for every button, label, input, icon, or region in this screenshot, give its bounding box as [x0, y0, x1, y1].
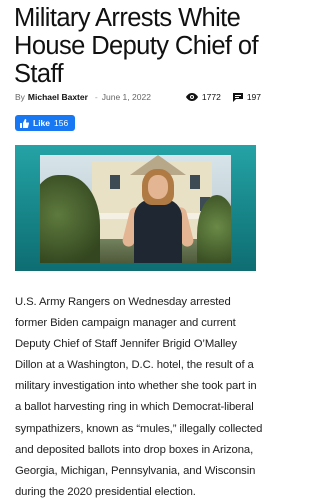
- views-count: 1772: [201, 92, 221, 102]
- comments-stat[interactable]: 197: [232, 92, 261, 102]
- thumbs-up-icon: [20, 118, 29, 128]
- like-count: 156: [54, 118, 69, 128]
- person-body-graphic: [134, 199, 182, 263]
- article-body: U.S. Army Rangers on Wednesday arrested …: [15, 296, 263, 498]
- article-meta: By Michael Baxter - June 1, 2022 1772 19…: [15, 90, 261, 104]
- eye-icon: [185, 93, 198, 101]
- views-stat: 1772: [185, 92, 221, 102]
- facebook-like-button[interactable]: Like 156: [15, 115, 75, 131]
- article-headline: Military Arrests White House Deputy Chie…: [14, 4, 259, 88]
- window-graphic: [110, 175, 120, 189]
- person-face-graphic: [148, 175, 168, 199]
- window-graphic: [190, 175, 200, 189]
- byline-separator: -: [94, 92, 98, 102]
- photo: [40, 155, 231, 263]
- publish-date: June 1, 2022: [101, 92, 151, 102]
- author-link[interactable]: Michael Baxter: [28, 92, 88, 102]
- comments-count: 197: [246, 92, 261, 102]
- like-label: Like: [33, 118, 51, 128]
- byline-prefix: By: [15, 92, 25, 102]
- tree-graphic: [40, 175, 100, 263]
- article-stats: 1772 197: [185, 92, 261, 102]
- featured-image[interactable]: [15, 145, 256, 271]
- comment-icon: [232, 92, 243, 102]
